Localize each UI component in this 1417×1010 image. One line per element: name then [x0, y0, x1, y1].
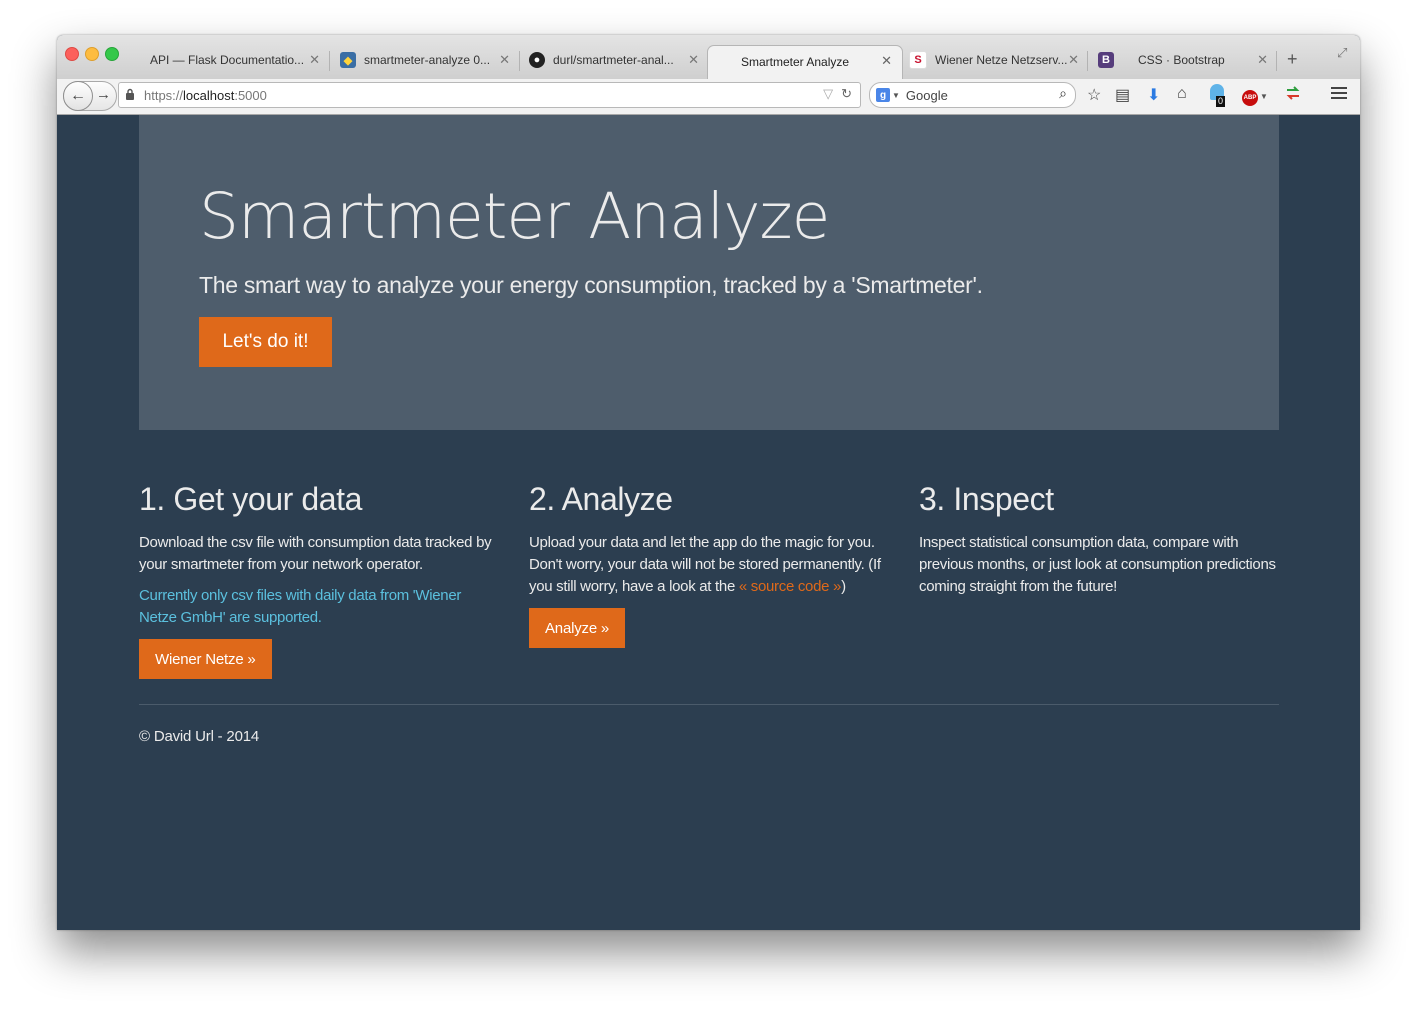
url-text: https://localhost:5000 [144, 88, 267, 103]
footer-divider [139, 704, 1279, 705]
history-dropdown-icon[interactable]: ▽ [823, 86, 833, 101]
page-subtitle: The smart way to analyze your energy con… [199, 272, 983, 298]
tab-title: smartmeter-analyze 0... [364, 53, 491, 67]
zoom-window-button[interactable] [105, 47, 119, 61]
column-get-data: 1. Get your data Download the csv file w… [139, 481, 499, 680]
python-icon: ◆ [340, 52, 356, 68]
tab-github-repo[interactable]: ● durl/smartmeter-anal... ✕ [529, 47, 699, 73]
forward-arrow-icon[interactable]: → [96, 86, 111, 103]
column-text: Download the csv file with consumption d… [139, 534, 492, 574]
lock-icon [125, 88, 137, 103]
download-arrow-icon[interactable]: ⬇ [1147, 85, 1160, 105]
tab-title: Smartmeter Analyze [741, 55, 850, 69]
url-bar-actions: ▽ ↻ [823, 86, 852, 102]
fullscreen-icon[interactable]: ⤢ [1337, 45, 1347, 61]
google-engine-icon[interactable]: g [876, 88, 890, 102]
reader-list-icon[interactable]: ▤ [1115, 85, 1130, 105]
supported-format-note: Currently only csv files with daily data… [139, 587, 462, 627]
page-content: Smartmeter Analyze The smart way to anal… [57, 115, 1360, 930]
search-bar[interactable]: g ▼ Google ⌕ [869, 82, 1076, 108]
tab-title: Wiener Netze Netzserv... [935, 53, 1067, 67]
column-inspect: 3. Inspect Inspect statistical consumpti… [919, 481, 1279, 598]
tab-separator [519, 51, 520, 71]
tab-title: durl/smartmeter-anal... [553, 53, 674, 67]
new-tab-plus-icon[interactable]: + [1287, 49, 1298, 70]
hamburger-menu-icon[interactable] [1331, 84, 1347, 104]
back-forward-group: ← → [63, 81, 117, 111]
tab-separator [1276, 51, 1277, 71]
page-title: Smartmeter Analyze [199, 180, 830, 253]
tab-close-icon[interactable]: ✕ [499, 52, 510, 68]
wiener-netze-button[interactable]: Wiener Netze » [139, 639, 272, 680]
chevron-down-icon[interactable]: ▼ [1260, 92, 1268, 101]
reload-icon[interactable]: ↻ [841, 86, 852, 101]
github-icon: ● [529, 52, 545, 68]
bootstrap-icon: B [1098, 52, 1114, 68]
analyze-button[interactable]: Analyze » [529, 608, 626, 649]
footer-copyright: © David Url - 2014 [139, 728, 259, 745]
sync-arrows-icon[interactable] [1285, 85, 1301, 105]
source-code-link[interactable]: « source code » [739, 578, 842, 595]
tab-close-icon[interactable]: ✕ [1068, 52, 1079, 68]
wiener-netze-icon: S [909, 51, 927, 69]
ghostery-icon[interactable]: 0 [1210, 84, 1226, 107]
tab-strip: API — Flask Documentatio... ✕ ◆ smartmet… [57, 35, 1360, 81]
ghostery-count-badge: 0 [1216, 96, 1226, 107]
tab-wiener-netze[interactable]: S Wiener Netze Netzserv... ✕ [909, 47, 1079, 73]
browser-window: API — Flask Documentatio... ✕ ◆ smartmet… [57, 35, 1360, 930]
tab-close-icon[interactable]: ✕ [688, 52, 699, 68]
tab-title: API — Flask Documentatio... [150, 53, 305, 67]
lets-do-it-button[interactable]: Let's do it! [199, 317, 332, 367]
chevron-down-icon[interactable]: ▼ [892, 91, 900, 100]
minimize-window-button[interactable] [85, 47, 99, 61]
url-scheme: https:// [144, 87, 184, 103]
jumbotron: Smartmeter Analyze The smart way to anal… [139, 115, 1279, 430]
url-port: :5000 [234, 87, 267, 103]
home-icon[interactable]: ⌂ [1177, 85, 1187, 105]
tab-flask-docs[interactable]: API — Flask Documentatio... ✕ [150, 47, 320, 73]
bookmark-star-icon[interactable]: ☆ [1087, 85, 1101, 105]
navigation-toolbar: ← → https://localhost:5000 ▽ ↻ g ▼ Google… [57, 79, 1360, 115]
tab-separator [1087, 51, 1088, 71]
column-text: Upload your data and let the app do the … [529, 532, 889, 598]
tab-close-icon[interactable]: ✕ [881, 53, 892, 69]
column-heading: 3. Inspect [919, 481, 1054, 517]
column-heading: 2. Analyze [529, 481, 673, 517]
tab-bootstrap-css[interactable]: B CSS · Bootstrap ✕ [1098, 47, 1268, 73]
tab-close-icon[interactable]: ✕ [309, 52, 320, 68]
url-bar[interactable]: https://localhost:5000 ▽ ↻ [118, 82, 861, 108]
adblock-label: ABP [1242, 90, 1258, 106]
column-heading: 1. Get your data [139, 481, 363, 517]
column-text: Inspect statistical consumption data, co… [919, 534, 1276, 596]
column-text-end: ) [841, 578, 846, 596]
column-analyze: 2. Analyze Upload your data and let the … [529, 481, 889, 649]
url-host: localhost [183, 87, 235, 103]
search-icon[interactable]: ⌕ [1059, 85, 1067, 102]
tab-close-icon[interactable]: ✕ [1257, 52, 1268, 68]
adblock-icon[interactable]: ABP ▼ [1242, 86, 1268, 106]
back-arrow-icon[interactable]: ← [63, 81, 93, 111]
tab-smartmeter-pypi[interactable]: ◆ smartmeter-analyze 0... ✕ [340, 47, 510, 73]
tab-smartmeter-analyze[interactable]: Smartmeter Analyze ✕ [707, 45, 903, 81]
close-window-button[interactable] [65, 47, 79, 61]
tab-title: CSS · Bootstrap [1138, 53, 1225, 67]
tab-separator [329, 51, 330, 71]
search-input[interactable]: Google [906, 88, 948, 103]
